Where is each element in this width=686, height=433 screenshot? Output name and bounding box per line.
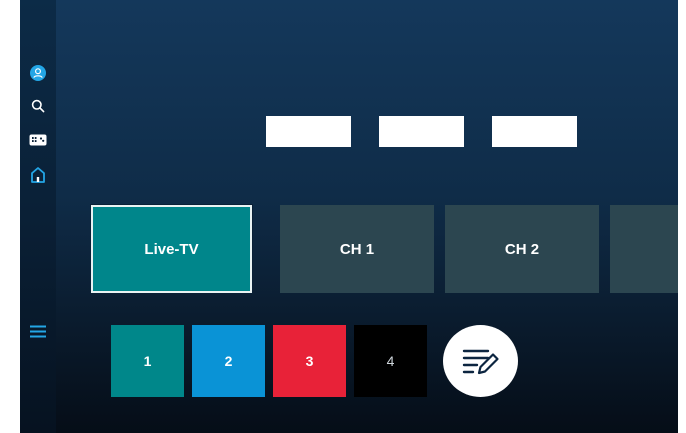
home-button[interactable] — [20, 165, 56, 185]
search-icon — [31, 99, 45, 113]
user-circle-icon — [30, 65, 46, 81]
profile-button[interactable] — [20, 64, 56, 82]
number-key-2[interactable]: 2 — [192, 325, 265, 397]
number-key-label: 3 — [305, 353, 314, 369]
channel-tile-label: CH 2 — [504, 240, 540, 258]
number-key-label: 1 — [143, 353, 152, 369]
edit-channels-button[interactable] — [443, 325, 518, 397]
number-key-label: 4 — [386, 353, 395, 369]
placeholder-block — [379, 116, 464, 147]
placeholder-block — [492, 116, 577, 147]
hamburger-menu-icon — [30, 325, 46, 337]
channel-tile-live-tv[interactable]: Live-TV — [90, 204, 253, 294]
channel-tile-partial[interactable]: C — [610, 205, 678, 293]
sidebar — [20, 0, 56, 433]
channel-tile-label: Live-TV — [144, 240, 199, 258]
number-key-3[interactable]: 3 — [273, 325, 346, 397]
edit-list-icon — [462, 349, 499, 375]
number-key-label: 2 — [224, 353, 233, 369]
gamepad-icon — [29, 134, 47, 146]
channel-tile-ch2[interactable]: CH 2 — [445, 205, 599, 293]
number-key-4[interactable]: 4 — [354, 325, 427, 397]
games-button[interactable] — [20, 131, 56, 149]
channel-tile-ch1[interactable]: CH 1 — [280, 205, 434, 293]
menu-button[interactable] — [20, 322, 56, 340]
number-key-1[interactable]: 1 — [111, 325, 184, 397]
tv-screen: Live-TV CH 1 CH 2 C 1 2 3 4 — [20, 0, 678, 433]
channel-tile-label: CH 1 — [339, 240, 375, 258]
search-button[interactable] — [20, 97, 56, 115]
placeholder-block — [266, 116, 351, 147]
home-icon — [31, 167, 45, 183]
